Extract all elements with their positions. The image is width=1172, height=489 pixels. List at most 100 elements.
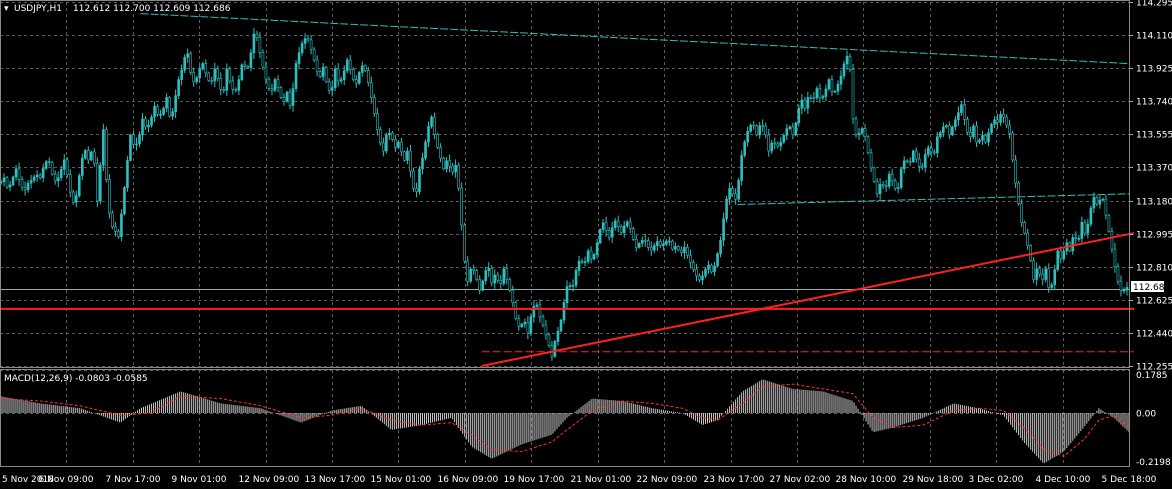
candle-body xyxy=(1047,268,1051,288)
candle-body xyxy=(625,221,629,227)
candle-body xyxy=(300,43,304,54)
candle-body xyxy=(490,268,494,284)
candle-body xyxy=(854,118,858,136)
candle-body xyxy=(945,125,948,128)
candle-body xyxy=(102,129,105,166)
candle-body xyxy=(1008,124,1011,134)
candle-body xyxy=(84,150,87,159)
candle-body xyxy=(896,187,900,189)
candle-body xyxy=(680,249,683,253)
candle-body xyxy=(279,87,283,98)
candle-body xyxy=(237,79,241,91)
candle-body xyxy=(240,64,244,80)
candle-body xyxy=(276,79,280,88)
x-tick-label: 22 Nov 09:00 xyxy=(637,475,698,485)
candle-body xyxy=(884,185,888,188)
candle-body xyxy=(385,134,388,152)
macd-y-tick-label: 0.1785 xyxy=(1136,371,1168,381)
candle-body xyxy=(1059,250,1063,260)
candle-body xyxy=(622,225,626,233)
candle-body xyxy=(1014,159,1017,184)
candle-body xyxy=(192,72,195,83)
candle-body xyxy=(87,150,90,161)
candle-body xyxy=(523,321,527,325)
candle-body xyxy=(487,268,491,271)
candle-body xyxy=(291,88,295,106)
candle-body xyxy=(23,187,27,191)
candle-body xyxy=(580,260,584,263)
candle-body xyxy=(418,168,421,192)
candle-body xyxy=(704,268,707,277)
x-tick-label: 19 Nov 17:00 xyxy=(504,475,565,485)
candle-body xyxy=(659,241,662,246)
candle-body xyxy=(875,181,879,195)
candle-body xyxy=(174,95,177,113)
candle-body xyxy=(1119,280,1123,291)
candle-body xyxy=(640,239,644,244)
candle-body xyxy=(743,141,746,156)
candle-body xyxy=(415,188,418,192)
candle-body xyxy=(671,240,674,250)
candle-body xyxy=(1083,222,1087,234)
candle-body xyxy=(379,129,382,144)
candle-body xyxy=(914,150,918,160)
x-tick-label: 27 Nov 02:00 xyxy=(770,475,831,485)
candle-body xyxy=(722,218,725,241)
candle-body xyxy=(370,82,373,98)
candle-body xyxy=(333,68,337,88)
candle-body xyxy=(165,97,168,109)
x-tick-label: 12 Nov 09:00 xyxy=(239,475,300,485)
y-tick-label: 113.555 xyxy=(1136,131,1172,141)
candle-body xyxy=(978,139,981,143)
candle-body xyxy=(8,184,12,188)
candle-body xyxy=(267,78,271,89)
candle-body xyxy=(857,132,861,136)
candle-body xyxy=(650,247,653,251)
candle-body xyxy=(842,63,846,77)
candle-body xyxy=(412,170,415,189)
candle-body xyxy=(44,161,48,169)
candle-body xyxy=(887,173,891,187)
candle-body xyxy=(830,79,834,92)
candle-body xyxy=(442,157,445,170)
candle-body xyxy=(1098,199,1102,205)
candle-body xyxy=(249,52,253,68)
chart-menu-icon[interactable]: ▾ xyxy=(4,4,9,14)
candle-body xyxy=(400,141,403,153)
candle-body xyxy=(129,134,132,161)
candle-body xyxy=(589,250,593,260)
candle-body xyxy=(668,240,671,243)
candle-body xyxy=(508,279,512,291)
candle-body xyxy=(496,274,500,281)
candle-body xyxy=(1023,222,1026,234)
candle-body xyxy=(601,222,605,230)
candle-body xyxy=(1035,268,1038,280)
candle-body xyxy=(451,165,454,173)
candle-body xyxy=(782,135,786,143)
candle-body xyxy=(234,89,238,91)
candle-body xyxy=(1101,198,1105,201)
candle-body xyxy=(99,164,102,202)
candle-body xyxy=(123,187,126,215)
x-tick-label: 9 Nov 01:00 xyxy=(172,475,227,485)
x-tick-label: 4 Dec 10:00 xyxy=(1036,475,1091,485)
candle-body xyxy=(126,160,129,188)
candle-body xyxy=(911,150,915,162)
candle-body xyxy=(162,107,165,115)
candle-body xyxy=(1125,287,1129,291)
x-tick-label: 15 Nov 01:00 xyxy=(371,475,432,485)
candle-body xyxy=(981,135,984,141)
candle-body xyxy=(80,157,84,176)
candle-body xyxy=(336,68,340,82)
candle-body xyxy=(827,79,831,90)
x-tick-label: 5 Dec 18:00 xyxy=(1102,475,1157,485)
candle-body xyxy=(1038,268,1041,275)
candle-body xyxy=(821,96,825,99)
candle-body xyxy=(376,113,379,130)
candle-body xyxy=(746,131,749,143)
candle-body xyxy=(899,168,903,188)
y-tick-label: 112.995 xyxy=(1136,231,1172,241)
candle-body xyxy=(285,91,289,102)
candle-body xyxy=(767,134,771,152)
candle-body xyxy=(56,177,60,182)
